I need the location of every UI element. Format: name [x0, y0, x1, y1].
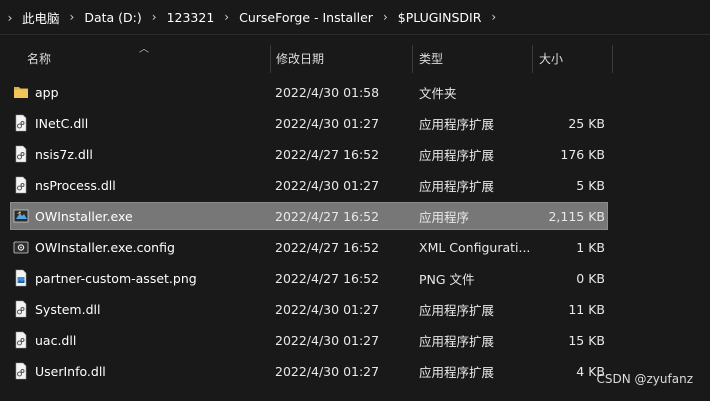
- column-header-name[interactable]: 名称: [27, 42, 51, 74]
- file-type: XML Configurati...: [419, 240, 531, 255]
- file-name: partner-custom-asset.png: [35, 271, 197, 286]
- breadcrumb-divider: [0, 34, 710, 35]
- chevron-right-icon[interactable]: ›: [2, 10, 18, 25]
- column-header-size[interactable]: 大小: [539, 42, 563, 74]
- dll-file-icon: [15, 362, 27, 380]
- file-size: 5 KB: [576, 178, 605, 193]
- breadcrumb-item-curseforge-installer[interactable]: CurseForge - Installer: [235, 10, 377, 25]
- file-row-inetc-dll[interactable]: INetC.dll 2022/4/30 01:27 应用程序扩展 25 KB: [0, 108, 710, 139]
- file-name: nsProcess.dll: [35, 178, 116, 193]
- breadcrumb-label[interactable]: 123321: [163, 10, 219, 25]
- file-name: app: [35, 85, 59, 100]
- file-name: nsis7z.dll: [35, 147, 93, 162]
- file-date: 2022/4/30 01:27: [275, 333, 380, 348]
- chevron-right-icon[interactable]: ›: [218, 10, 235, 24]
- column-resize-handle[interactable]: [532, 45, 533, 73]
- file-type: PNG 文件: [419, 272, 475, 287]
- file-size: 15 KB: [568, 333, 605, 348]
- file-name: OWInstaller.exe: [35, 209, 133, 224]
- file-row-owinstaller-exe[interactable]: OWInstaller.exe 2022/4/27 16:52 应用程序 2,1…: [0, 201, 710, 232]
- file-row-nsis7z-dll[interactable]: nsis7z.dll 2022/4/27 16:52 应用程序扩展 176 KB: [0, 139, 710, 170]
- dll-file-icon: [15, 114, 27, 132]
- file-date: 2022/4/27 16:52: [275, 240, 380, 255]
- breadcrumb-item-data-drive[interactable]: Data (D:): [80, 10, 145, 25]
- file-type: 应用程序扩展: [419, 365, 495, 380]
- config-file-icon: [13, 241, 29, 254]
- file-list: app 2022/4/30 01:58 文件夹 INetC.dll 2022/4…: [0, 77, 710, 387]
- sort-ascending-icon: ︿: [139, 44, 149, 55]
- file-type: 文件夹: [419, 86, 457, 101]
- file-date: 2022/4/27 16:52: [275, 147, 380, 162]
- file-explorer-window: › 此电脑 › Data (D:) › 123321 › CurseForge …: [0, 0, 710, 401]
- file-date: 2022/4/30 01:27: [275, 178, 380, 193]
- file-size: 2,115 KB: [548, 209, 605, 224]
- file-date: 2022/4/30 01:27: [275, 116, 380, 131]
- file-date: 2022/4/30 01:27: [275, 302, 380, 317]
- file-size: 4 KB: [576, 364, 605, 379]
- breadcrumb-label[interactable]: CurseForge - Installer: [235, 10, 377, 25]
- dll-file-icon: [15, 145, 27, 163]
- file-size: [540, 77, 605, 108]
- file-date: 2022/4/30 01:58: [275, 85, 380, 100]
- breadcrumb: › 此电脑 › Data (D:) › 123321 › CurseForge …: [0, 0, 710, 34]
- file-row-partner-custom-asset-png[interactable]: partner-custom-asset.png 2022/4/27 16:52…: [0, 263, 710, 294]
- file-name: INetC.dll: [35, 116, 89, 131]
- file-type: 应用程序扩展: [419, 334, 495, 349]
- file-name: UserInfo.dll: [35, 364, 106, 379]
- column-resize-handle[interactable]: [270, 45, 271, 73]
- file-name: OWInstaller.exe.config: [35, 240, 175, 255]
- file-date: 2022/4/30 01:27: [275, 364, 380, 379]
- file-row-owinstaller-exe-config[interactable]: OWInstaller.exe.config 2022/4/27 16:52 X…: [0, 232, 710, 263]
- png-file-icon: [15, 269, 27, 287]
- file-size: 0 KB: [576, 271, 605, 286]
- file-row-uac-dll[interactable]: uac.dll 2022/4/30 01:27 应用程序扩展 15 KB: [0, 325, 710, 356]
- file-date: 2022/4/27 16:52: [275, 209, 380, 224]
- breadcrumb-item-123321[interactable]: 123321: [163, 10, 219, 25]
- file-size: 1 KB: [576, 240, 605, 255]
- file-size: 11 KB: [568, 302, 605, 317]
- file-row-app[interactable]: app 2022/4/30 01:58 文件夹: [0, 77, 710, 108]
- file-name: uac.dll: [35, 333, 77, 348]
- column-resize-handle[interactable]: [612, 45, 613, 73]
- column-resize-handle[interactable]: [412, 45, 413, 73]
- file-row-nsprocess-dll[interactable]: nsProcess.dll 2022/4/30 01:27 应用程序扩展 5 K…: [0, 170, 710, 201]
- chevron-right-icon[interactable]: ›: [485, 10, 502, 24]
- breadcrumb-label[interactable]: 此电脑: [18, 8, 64, 27]
- file-type: 应用程序扩展: [419, 303, 495, 318]
- column-header-bar: ︿ 名称 修改日期 类型 大小: [0, 42, 710, 74]
- folder-icon: [14, 87, 28, 98]
- file-name: System.dll: [35, 302, 101, 317]
- breadcrumb-label[interactable]: $PLUGINSDIR: [394, 10, 486, 25]
- file-type: 应用程序: [419, 210, 470, 225]
- exe-installer-icon: [13, 209, 29, 223]
- chevron-right-icon[interactable]: ›: [377, 10, 394, 24]
- chevron-right-icon[interactable]: ›: [64, 10, 81, 24]
- dll-file-icon: [15, 176, 27, 194]
- watermark: CSDN @zyufanz: [596, 372, 693, 386]
- file-row-system-dll[interactable]: System.dll 2022/4/30 01:27 应用程序扩展 11 KB: [0, 294, 710, 325]
- dll-file-icon: [15, 331, 27, 349]
- column-header-date[interactable]: 修改日期: [276, 42, 324, 74]
- file-type: 应用程序扩展: [419, 117, 495, 132]
- file-size: 25 KB: [568, 116, 605, 131]
- breadcrumb-label[interactable]: Data (D:): [80, 10, 145, 25]
- file-type: 应用程序扩展: [419, 179, 495, 194]
- dll-file-icon: [15, 300, 27, 318]
- file-date: 2022/4/27 16:52: [275, 271, 380, 286]
- column-header-type[interactable]: 类型: [419, 42, 443, 74]
- chevron-right-icon[interactable]: ›: [146, 10, 163, 24]
- file-size: 176 KB: [560, 147, 605, 162]
- breadcrumb-item-this-pc[interactable]: 此电脑: [18, 8, 64, 27]
- breadcrumb-item-pluginsdir[interactable]: $PLUGINSDIR: [394, 10, 486, 25]
- file-type: 应用程序扩展: [419, 148, 495, 163]
